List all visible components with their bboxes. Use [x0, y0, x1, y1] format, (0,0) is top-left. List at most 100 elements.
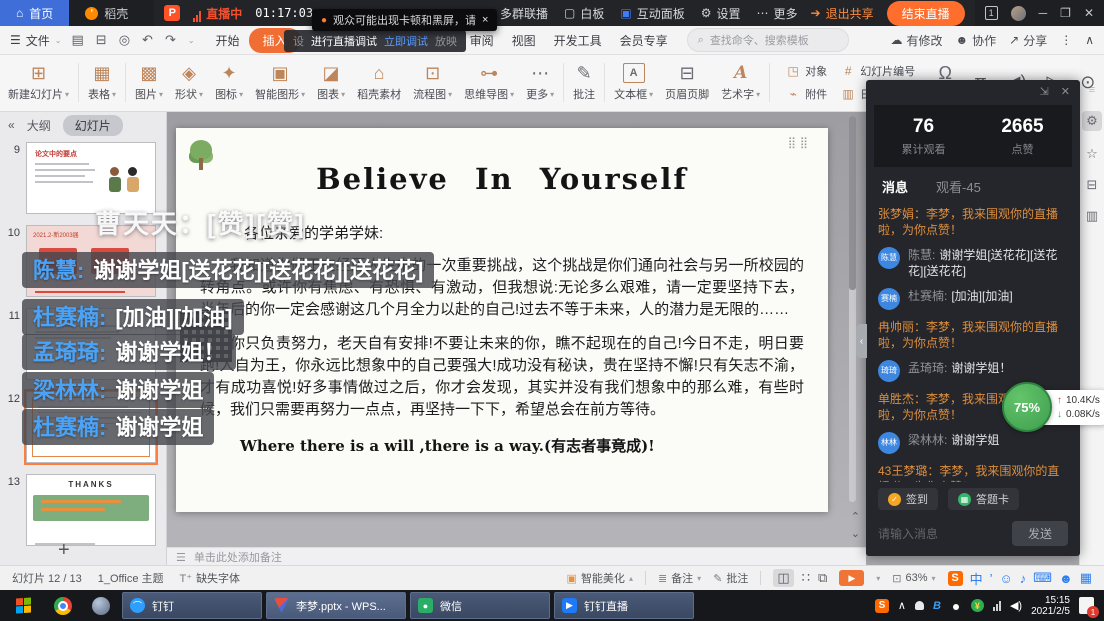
collapse-panel-icon[interactable]: «: [8, 118, 15, 132]
slide-greeting[interactable]: 各位亲爱的学弟学妹:: [244, 222, 828, 243]
add-slide-button[interactable]: +: [58, 539, 70, 562]
slide-paragraph-2[interactable]: 你只负责努力，老天自有安排!不要让未来的你，瞧不起现在的自己!今日不走，明日要跑…: [200, 333, 804, 421]
tab-messages[interactable]: 消息: [882, 177, 908, 196]
more-options-icon[interactable]: ⋮: [1060, 33, 1072, 47]
exit-share-button[interactable]: ➔ 退出共享: [811, 5, 874, 22]
slide-thumbnail-13[interactable]: 13 THANKS: [0, 474, 166, 546]
slide-page[interactable]: ⣿⣿ Believe In Yourself 各位亲爱的学弟学妹: 我知道你们正…: [176, 128, 828, 512]
send-button[interactable]: 发送: [1012, 521, 1068, 546]
taskbar-app-wx[interactable]: ●微信: [410, 592, 550, 619]
modified-status[interactable]: ☁有修改: [890, 32, 942, 49]
smart-beautify-button[interactable]: ▣ 智能美化 ▴: [567, 570, 633, 586]
next-slide-button[interactable]: ⌄: [851, 527, 860, 540]
print-icon[interactable]: ⊟: [96, 32, 107, 48]
bluetooth-icon[interactable]: B: [933, 600, 941, 612]
ribbon-shapes-button[interactable]: ◈形状▾: [169, 54, 209, 111]
tab-outline[interactable]: 大纲: [27, 117, 51, 134]
taskbar-app-dlive[interactable]: ▶钉钉直播: [554, 592, 694, 619]
sign-in-button[interactable]: ✓签到: [878, 488, 938, 510]
collaborate-button[interactable]: ☻协作: [955, 32, 996, 49]
menu-item[interactable]: 视图: [503, 29, 545, 52]
ribbon-icons-button[interactable]: ✦图标▾: [209, 54, 249, 111]
ribbon-chart-button[interactable]: ◪图表▾: [311, 54, 351, 111]
ribbon-picture-button[interactable]: ▩图片▾: [129, 54, 169, 111]
slide-quote[interactable]: Where there is a will ,there is a way.(有…: [240, 435, 828, 456]
ribbon-wordart-button[interactable]: A艺术字▾: [715, 54, 766, 111]
comments-toggle[interactable]: ✎ 批注: [713, 570, 748, 586]
ribbon-table-button[interactable]: ▦表格▾: [82, 54, 122, 111]
menu-item[interactable]: 会员专享: [611, 29, 677, 52]
drag-handle-icon[interactable]: ⣿⣿: [788, 136, 812, 149]
close-button[interactable]: ✕: [1084, 6, 1094, 20]
print-preview-icon[interactable]: ◎: [119, 32, 130, 48]
ime-keyboard-icon[interactable]: ⌨: [1033, 570, 1052, 586]
maximize-button[interactable]: ❐: [1060, 6, 1071, 20]
file-menu[interactable]: ☰ 文件 ⌄: [10, 32, 61, 49]
tab-viewers[interactable]: 观看-45: [936, 177, 981, 196]
layout-panel-icon[interactable]: ▥: [1086, 208, 1098, 224]
ribbon-header-footer-button[interactable]: ⊟页眉页脚: [659, 54, 715, 111]
network-signal-icon[interactable]: [993, 601, 1001, 611]
reading-view-icon[interactable]: ⧉: [818, 570, 827, 586]
ribbon-slide-number-button[interactable]: #幻灯片编号: [841, 63, 915, 79]
menu-home[interactable]: 开始: [207, 29, 249, 52]
slideshow-play-button[interactable]: ▶: [839, 570, 864, 586]
sogou-tray-icon[interactable]: S: [875, 599, 889, 613]
antivirus-icon[interactable]: ¥: [971, 599, 984, 612]
ribbon-more-button[interactable]: ⋯更多▾: [520, 54, 560, 111]
tray-clock[interactable]: 15:15 2021/2/5: [1031, 595, 1070, 617]
ribbon-comment-button[interactable]: ✎批注: [567, 54, 601, 111]
ime-voice-icon[interactable]: ♪: [1020, 571, 1027, 586]
quick-toolbar-more-icon[interactable]: ⌄: [188, 36, 195, 45]
tray-expand-icon[interactable]: ∧: [898, 599, 906, 612]
notes-toggle[interactable]: ≣ 备注 ▾: [658, 570, 701, 586]
doc-count-badge[interactable]: 1: [985, 6, 998, 20]
zoom-control[interactable]: ⊡ 63% ▾: [892, 572, 935, 585]
ime-punct-icon[interactable]: ’: [990, 571, 993, 586]
ribbon-smartart-button[interactable]: ▣智能图形▾: [249, 54, 311, 111]
normal-view-icon[interactable]: ◫: [773, 569, 793, 587]
menu-item[interactable]: 开发工具: [545, 29, 611, 52]
taskbar-app-ding[interactable]: ⌒钉钉: [122, 592, 262, 619]
thumbnail-image[interactable]: THANKS: [26, 474, 156, 546]
previous-slide-button[interactable]: ⌃: [851, 510, 860, 523]
ribbon-flowchart-button[interactable]: ⊡流程图▾: [407, 54, 458, 111]
notification-bell-icon[interactable]: [915, 601, 924, 610]
command-search[interactable]: ⌕ 查找命令、搜索模板: [687, 28, 849, 52]
panel-collapse-icon[interactable]: ⇲: [1040, 85, 1049, 103]
vertical-scrollbar[interactable]: [849, 116, 856, 502]
end-live-button[interactable]: 结束直播: [887, 1, 965, 26]
live-menu-ellipsis[interactable]: ⋯更多: [757, 5, 798, 22]
ime-emoji-icon[interactable]: ☺: [999, 571, 1012, 586]
quiz-card-button[interactable]: ▦答题卡: [948, 488, 1019, 510]
toast-close-icon[interactable]: ×: [482, 14, 488, 26]
browser-icon[interactable]: [92, 597, 110, 615]
ribbon-mindmap-button[interactable]: ⊶思维导图▾: [458, 54, 520, 111]
scrollbar-thumb[interactable]: [849, 116, 856, 290]
redo-icon[interactable]: ↷: [165, 32, 176, 48]
comment-panel-icon[interactable]: ⊟: [1087, 177, 1098, 193]
theme-name[interactable]: 1_Office 主题: [98, 570, 164, 586]
ribbon-object-button[interactable]: ◳对象: [786, 63, 827, 79]
live-menu-gear[interactable]: ⚙设置: [701, 5, 741, 22]
ribbon-new-slide-button[interactable]: ⊞新建幻灯片▾: [2, 54, 75, 111]
undo-icon[interactable]: ↶: [142, 32, 153, 48]
live-menu-interaction[interactable]: ▣互动面板: [620, 5, 684, 22]
taskbar-app-wps[interactable]: 李梦.pptx - WPS...: [266, 592, 406, 619]
missing-font[interactable]: T⁺ 缺失字体: [180, 570, 241, 586]
properties-icon[interactable]: ⚙: [1082, 111, 1102, 131]
ribbon-textbox-button[interactable]: A文本框▾: [608, 54, 659, 111]
account-avatar[interactable]: [1011, 6, 1026, 21]
tab-home[interactable]: ⌂ 首页: [0, 0, 69, 26]
ribbon-docer-button[interactable]: ⌂稻壳素材: [351, 54, 407, 111]
chrome-icon[interactable]: [54, 597, 72, 615]
action-center-icon[interactable]: 1: [1079, 597, 1094, 614]
notes-bar[interactable]: ☰ 单击此处添加备注: [166, 547, 866, 566]
live-menu-whiteboard[interactable]: ▢白板: [564, 5, 604, 22]
sogou-icon[interactable]: S: [948, 571, 963, 586]
panel-collapse-tab[interactable]: ‹: [856, 324, 867, 358]
panel-close-icon[interactable]: ✕: [1061, 85, 1070, 103]
tab-slides[interactable]: 幻灯片: [63, 115, 123, 136]
ribbon-attach-button[interactable]: ⌁附件: [786, 86, 827, 102]
share-button[interactable]: ↗分享: [1009, 32, 1047, 49]
